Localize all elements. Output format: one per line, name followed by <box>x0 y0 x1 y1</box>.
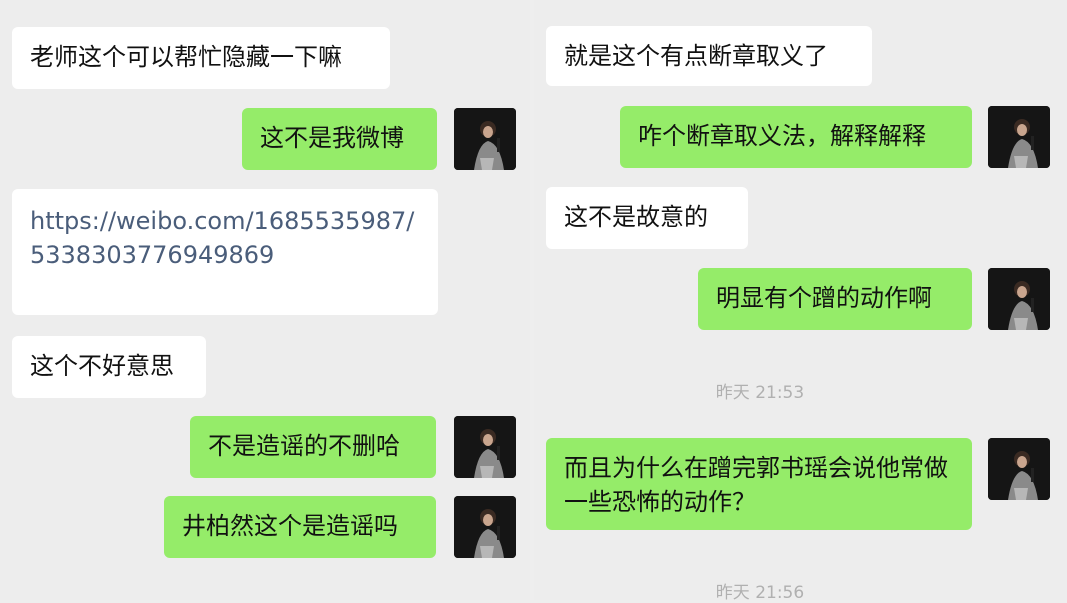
message-timestamp: 昨天 21:56 <box>715 583 805 603</box>
user-avatar-icon[interactable] <box>454 416 516 478</box>
message-bubble-received[interactable]: 老师这个可以帮忙隐藏一下嘛 <box>12 27 390 89</box>
message-bubble-sent[interactable]: 这不是我微博 <box>242 108 437 170</box>
message-bubble-sent[interactable]: 而且为什么在蹭完郭书瑶会说他常做一些恐怖的动作？ <box>546 438 972 530</box>
message-bubble-sent[interactable]: 明显有个蹭的动作啊 <box>698 268 972 330</box>
message-timestamp: 昨天 21:53 <box>715 383 805 403</box>
user-avatar-icon[interactable] <box>988 438 1050 500</box>
user-avatar-icon[interactable] <box>988 106 1050 168</box>
right-chat-panel: 就是这个有点断章取义了 咋个断章取义法，解释解释 这不是故意的 明显有个蹭的动作… <box>534 0 1067 603</box>
message-bubble-sent[interactable]: 不是造谣的不删哈 <box>190 416 436 478</box>
message-bubble-received[interactable]: 这个不好意思 <box>12 336 206 398</box>
message-bubble-received[interactable]: 这不是故意的 <box>546 187 748 249</box>
user-avatar-icon[interactable] <box>454 496 516 558</box>
message-bubble-sent[interactable]: 咋个断章取义法，解释解释 <box>620 106 972 168</box>
message-bubble-sent[interactable]: 井柏然这个是造谣吗 <box>164 496 436 558</box>
message-bubble-received[interactable]: 就是这个有点断章取义了 <box>546 26 872 86</box>
left-chat-panel: 老师这个可以帮忙隐藏一下嘛 这不是我微博 https://weibo.com/1… <box>0 0 530 600</box>
user-avatar-icon[interactable] <box>454 108 516 170</box>
message-bubble-received-link[interactable]: https://weibo.com/1685535987/53383037769… <box>12 189 438 315</box>
user-avatar-icon[interactable] <box>988 268 1050 330</box>
